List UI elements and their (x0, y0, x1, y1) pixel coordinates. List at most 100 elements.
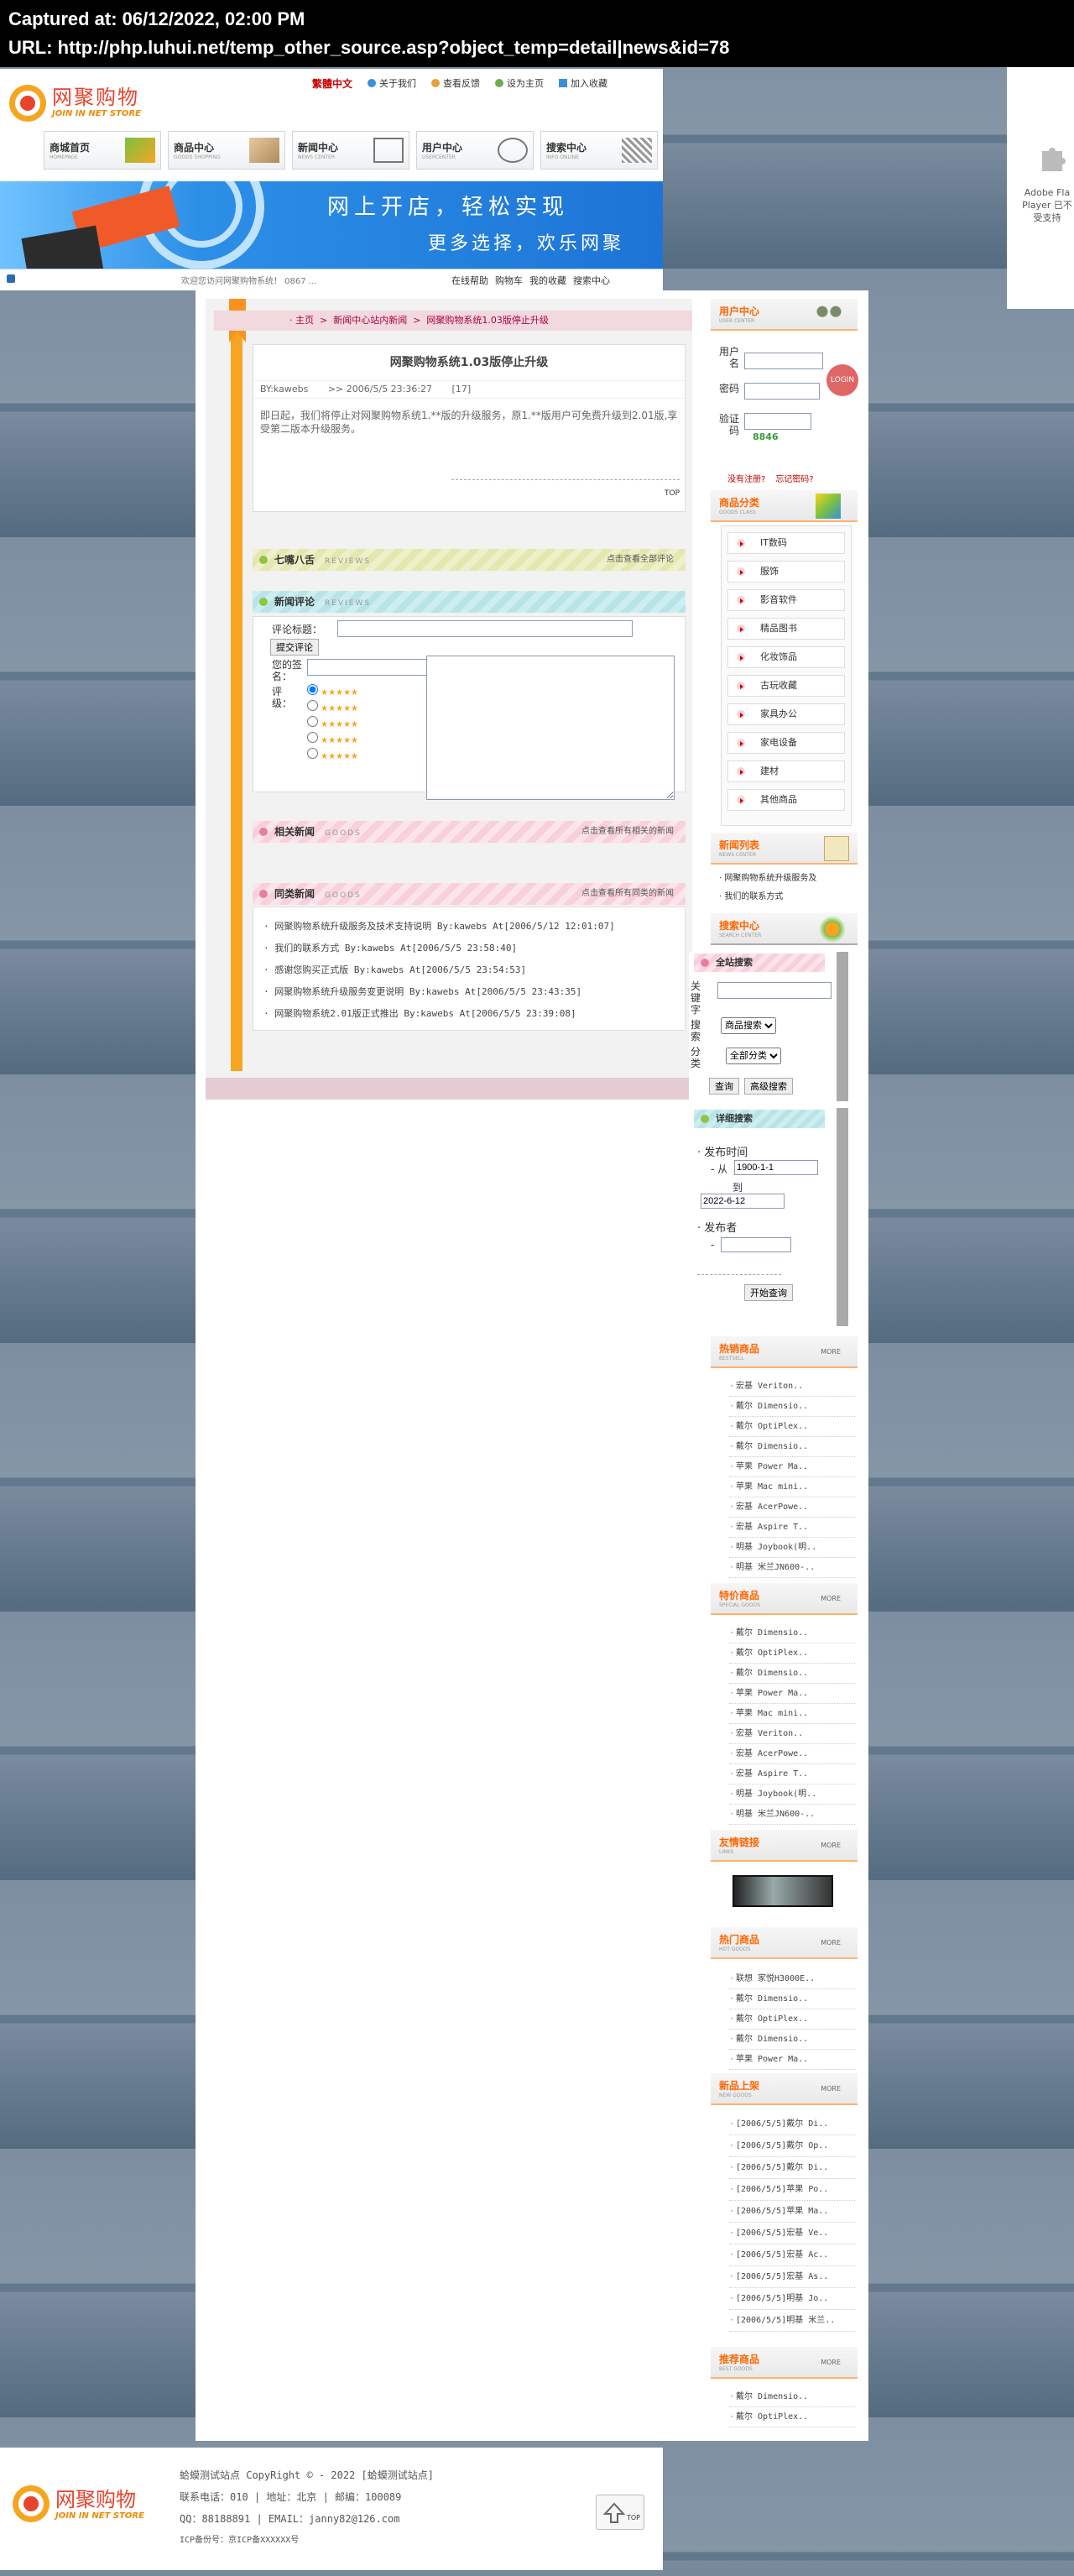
rating-1-radio[interactable] (307, 748, 318, 759)
breadcrumb-news[interactable]: 新闻中心站内新闻 (333, 315, 407, 326)
site-logo[interactable]: 网聚购物 JOIN IN NET STORE (7, 76, 166, 133)
list-item[interactable]: 宏基 Veriton.. (729, 1724, 855, 1744)
nav-home[interactable]: 商城首页 HOMEPAGE (44, 131, 161, 170)
back-to-top-button[interactable]: TOP (596, 2495, 644, 2530)
list-item[interactable]: 苹果 Mac mini.. (729, 1477, 855, 1497)
rating-5-radio[interactable] (307, 684, 318, 695)
subject-input[interactable] (337, 620, 633, 637)
search-center-link[interactable]: 搜索中心 (573, 274, 610, 287)
category-cosmetics[interactable]: 化妆饰品 (727, 646, 845, 668)
list-item[interactable]: · 感谢您购买正式版 By:kawebs At[2006/5/5 23:54:5… (263, 959, 685, 981)
my-favorites-link[interactable]: 我的收藏 (529, 274, 566, 287)
rating-5[interactable]: ★★★★★ (307, 684, 358, 700)
category-other[interactable]: 其他商品 (727, 789, 845, 811)
start-query-button[interactable]: 开始查询 (744, 1284, 793, 1301)
advanced-search-button[interactable]: 高级搜索 (744, 1078, 793, 1095)
list-item[interactable]: · 网聚购物系统2.01版正式推出 By:kawebs At[2006/5/5 … (263, 1003, 685, 1025)
view-similar-link[interactable]: 点击查看所有同类的新闻 (581, 883, 674, 905)
category-furniture[interactable]: 家具办公 (727, 703, 845, 725)
more-link[interactable]: MORE (821, 1595, 841, 1602)
more-link[interactable]: MORE (821, 2359, 841, 2366)
list-item[interactable]: · 网聚购物系统升级服务及 (719, 870, 816, 888)
category-media[interactable]: 影音软件 (727, 589, 845, 611)
more-link[interactable]: MORE (821, 1348, 841, 1356)
set-homepage-link[interactable]: 设为主页 (495, 74, 544, 92)
list-item[interactable]: 宏基 AcerPowe.. (729, 1744, 855, 1764)
list-item[interactable]: [2006/5/5]宏基 Ve.. (729, 2223, 855, 2244)
nav-search[interactable]: 搜索中心 INFO ONLINE (540, 131, 658, 170)
list-item[interactable]: 苹果 Mac mini.. (729, 1704, 855, 1724)
captcha-input[interactable] (744, 413, 811, 430)
category-appliances[interactable]: 家电设备 (727, 732, 845, 754)
category-clothing[interactable]: 服饰 (727, 561, 845, 583)
list-item[interactable]: [2006/5/5]明基 米兰.. (729, 2310, 855, 2332)
search-button[interactable]: 查询 (709, 1078, 739, 1095)
list-item[interactable]: · 网聚购物系统升级服务变更说明 By:kawebs At[2006/5/5 2… (263, 981, 685, 1003)
list-item[interactable]: [2006/5/5]宏基 As.. (729, 2266, 855, 2288)
more-link[interactable]: MORE (821, 1842, 841, 1849)
login-button[interactable]: LOGIN (826, 364, 858, 396)
partner-banner[interactable] (733, 1875, 833, 1907)
list-item[interactable]: 戴尔 Dimensio.. (729, 1664, 855, 1684)
keyword-input[interactable] (717, 982, 832, 999)
list-item[interactable]: 戴尔 Dimensio.. (729, 1437, 855, 1457)
rating-2-radio[interactable] (307, 732, 318, 743)
forgot-password-link[interactable]: 忘记密码? (775, 472, 813, 484)
nav-user[interactable]: 用户中心 USERCENTER (416, 131, 534, 170)
class-select[interactable]: 全部分类 (726, 1048, 781, 1064)
rating-2[interactable]: ★★★★★ (307, 732, 358, 748)
list-item[interactable]: · 网聚购物系统升级服务及技术支持说明 By:kawebs At[2006/5/… (263, 916, 685, 938)
list-item[interactable]: 明基 米兰JN600-.. (729, 1805, 855, 1825)
category-antiques[interactable]: 古玩收藏 (727, 675, 845, 697)
view-all-comments-link[interactable]: 点击查看全部评论 (607, 549, 674, 571)
more-link[interactable]: MORE (821, 2085, 841, 2093)
list-item[interactable]: [2006/5/5]戴尔 Di.. (729, 2114, 855, 2135)
list-item[interactable]: 戴尔 OptiPlex.. (729, 1417, 855, 1437)
name-input[interactable] (307, 659, 428, 676)
list-item[interactable]: 宏基 Aspire T.. (729, 1764, 855, 1784)
cart-link[interactable]: 购物车 (495, 274, 523, 287)
list-item[interactable]: 戴尔 Dimensio.. (729, 2030, 855, 2050)
category-building[interactable]: 建材 (727, 760, 845, 782)
rating-4[interactable]: ★★★★★ (307, 700, 358, 716)
list-item[interactable]: 戴尔 Dimensio.. (729, 2387, 855, 2407)
from-date-input[interactable] (734, 1160, 818, 1175)
list-item[interactable]: 戴尔 Dimensio.. (729, 1397, 855, 1417)
list-item[interactable]: 戴尔 Dimensio.. (729, 1989, 855, 2009)
list-item[interactable]: 明基 Joybook(明.. (729, 1538, 855, 1558)
list-item[interactable]: [2006/5/5]戴尔 Di.. (729, 2157, 855, 2179)
search-type-select[interactable]: 商品搜索 (721, 1017, 776, 1034)
rating-1[interactable]: ★★★★★ (307, 748, 358, 764)
list-item[interactable]: · 我们的联系方式 (719, 888, 816, 907)
category-it[interactable]: IT数码 (727, 532, 845, 554)
to-date-input[interactable] (701, 1194, 785, 1209)
list-item[interactable]: [2006/5/5]戴尔 Op.. (729, 2135, 855, 2157)
add-favorite-link[interactable]: 加入收藏 (559, 74, 607, 92)
submit-review-button[interactable]: 提交评论 (270, 639, 319, 656)
list-item[interactable]: [2006/5/5]明基 Jo.. (729, 2288, 855, 2310)
feedback-link[interactable]: 查看反馈 (431, 74, 480, 92)
list-item[interactable]: 明基 米兰JN600-.. (729, 1558, 855, 1578)
more-link[interactable]: MORE (821, 1939, 841, 1946)
list-item[interactable]: [2006/5/5]苹果 Po.. (729, 2179, 855, 2201)
username-input[interactable] (744, 353, 823, 369)
rating-3-radio[interactable] (307, 716, 318, 727)
register-link[interactable]: 没有注册? (727, 472, 765, 484)
list-item[interactable]: 戴尔 OptiPlex.. (729, 2009, 855, 2030)
help-link[interactable]: 在线帮助 (451, 274, 488, 287)
password-input[interactable] (744, 383, 820, 400)
list-item[interactable]: 苹果 Power Ma.. (729, 1457, 855, 1477)
list-item[interactable]: 戴尔 OptiPlex.. (729, 1643, 855, 1664)
list-item[interactable]: · 我们的联系方式 By:kawebs At[2006/5/5 23:58:40… (263, 938, 685, 959)
list-item[interactable]: 联想 家悦H3000E.. (729, 1969, 855, 1989)
list-item[interactable]: 宏基 Aspire T.. (729, 1518, 855, 1538)
breadcrumb-home[interactable]: 主页 (295, 315, 314, 326)
view-related-link[interactable]: 点击查看所有相关的新闻 (581, 821, 674, 843)
list-item[interactable]: 苹果 Power Ma.. (729, 2050, 855, 2070)
list-item[interactable]: 戴尔 OptiPlex.. (729, 2407, 855, 2427)
about-link[interactable]: 关于我们 (368, 74, 416, 92)
nav-goods[interactable]: 商品中心 GOODS SHOPPING (168, 131, 285, 170)
category-books[interactable]: 精品图书 (727, 618, 845, 640)
nav-news[interactable]: 新闻中心 NEWS CENTER (292, 131, 409, 170)
publisher-input[interactable] (721, 1237, 791, 1252)
